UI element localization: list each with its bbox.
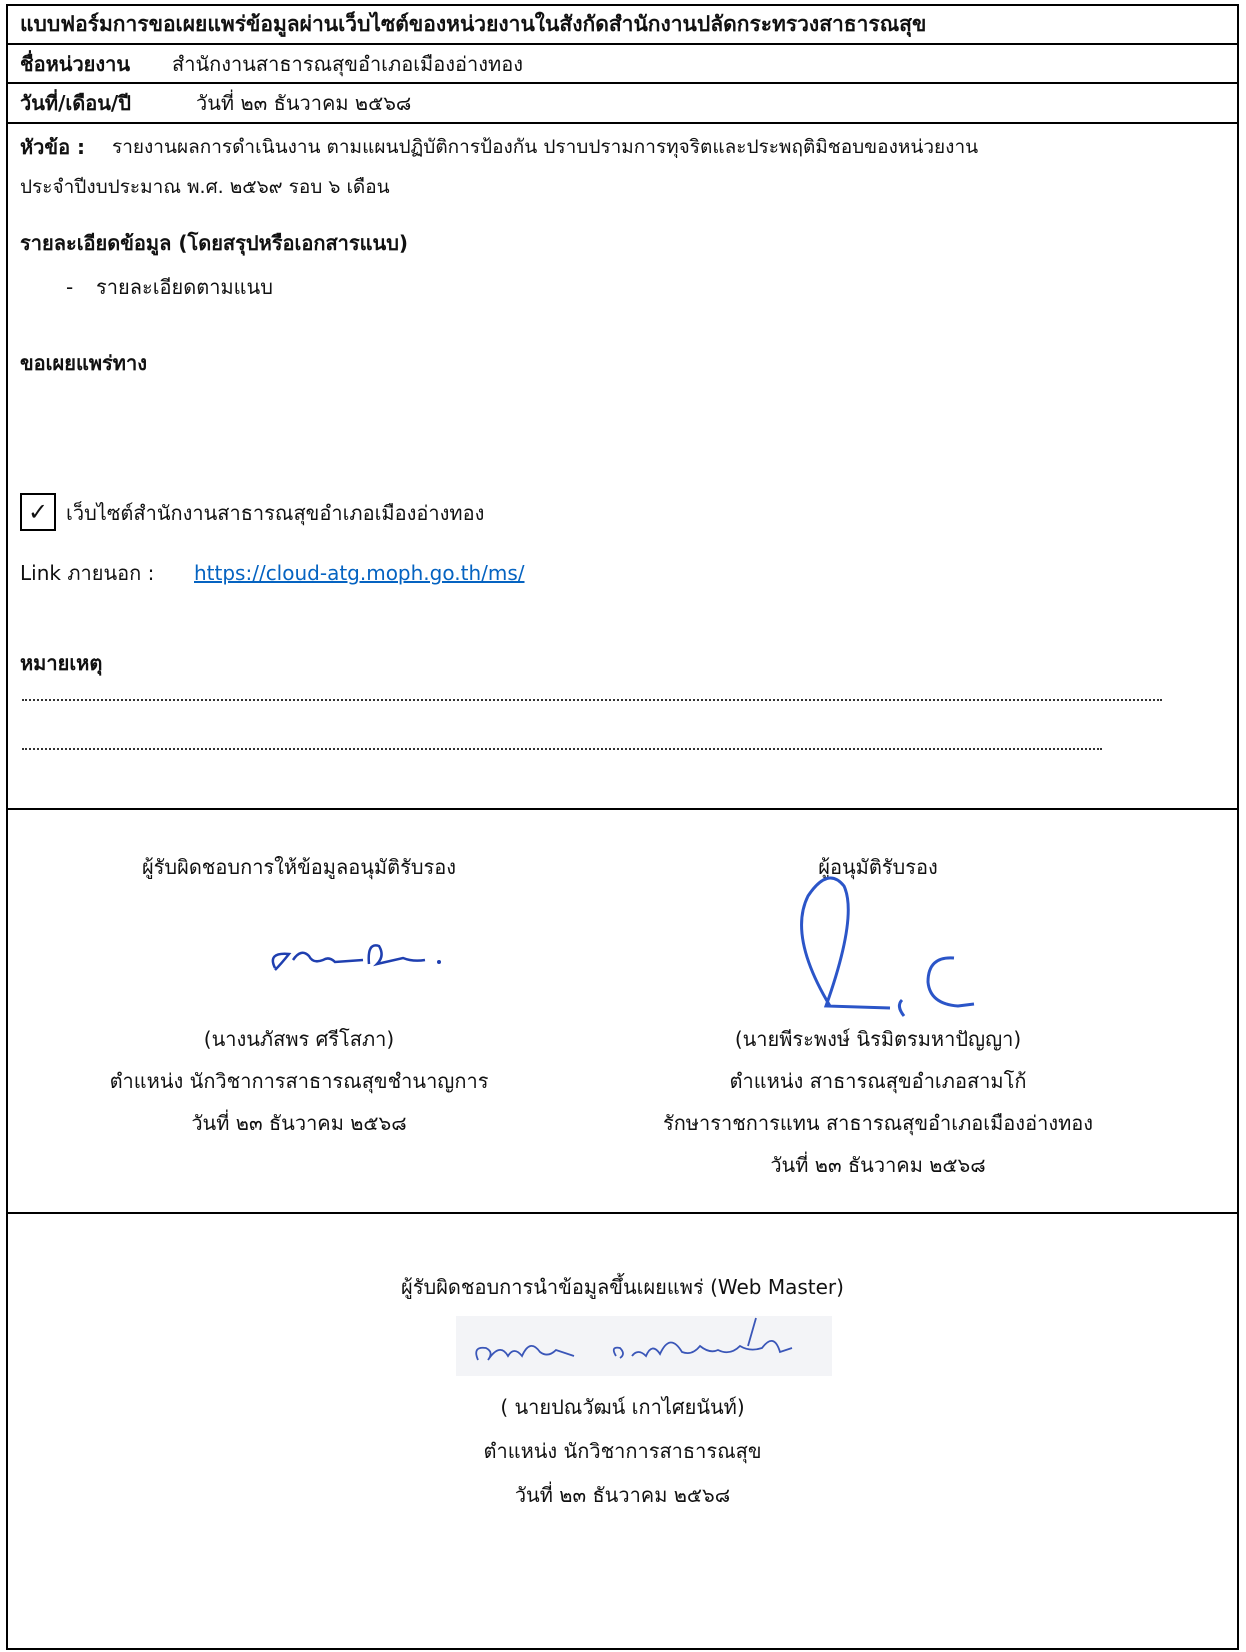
publish-heading: ขอเผยแพร่ทาง (20, 351, 147, 375)
left-signer-position: ตำแหน่ง นักวิชาการสาธารณสุขชำนาญการ (109, 1069, 489, 1093)
webmaster-name: ( นายปณวัฒน์ เกาไศยนันท์) (500, 1395, 745, 1419)
unit-row: ชื่อหน่วยงาน สำนักงานสาธารณสุขอำเภอเมือง… (8, 45, 1237, 84)
left-signer-name: (นางนภัสพร ศรีโสภา) (203, 1027, 395, 1051)
date-row: วันที่/เดือน/ปี วันที่ ๒๓ ธันวาคม ๒๕๖๘ (8, 84, 1237, 124)
date-value: วันที่ ๒๓ ธันวาคม ๒๕๖๘ (196, 91, 412, 115)
webmaster-role: ผู้รับผิดชอบการนำข้อมูลขึ้นเผยแพร่ (Web … (401, 1275, 844, 1299)
check-mark-icon: ✓ (27, 498, 49, 526)
details-item: รายละเอียดตามแนบ (96, 275, 273, 299)
publish-option-label: เว็บไซต์สำนักงานสาธารณสุขอำเภอเมืองอ่างท… (66, 501, 485, 525)
publication-request-form: แบบฟอร์มการขอเผยแพร่ข้อมูลผ่านเว็บไซต์ขอ… (6, 4, 1239, 1650)
right-signer-acting: รักษาราชการแทน สาธารณสุขอำเภอเมืองอ่างทอ… (662, 1111, 1094, 1135)
webmaster-date: วันที่ ๒๓ ธันวาคม ๒๕๖๘ (514, 1483, 731, 1507)
approval-section: ผู้รับผิดชอบการให้ข้อมูลอนุมัติรับรอง ผู… (8, 810, 1237, 1214)
right-signer-position: ตำแหน่ง สาธารณสุขอำเภอสามโก้ (729, 1069, 1027, 1093)
left-signer-role: ผู้รับผิดชอบการให้ข้อมูลอนุมัติรับรอง (141, 855, 457, 879)
title-row: แบบฟอร์มการขอเผยแพร่ข้อมูลผ่านเว็บไซต์ขอ… (8, 6, 1237, 45)
webmaster-position: ตำแหน่ง นักวิชาการสาธารณสุข (483, 1439, 762, 1463)
topic-line-2: ประจำปีงบประมาณ พ.ศ. ๒๕๖๙ รอบ ๖ เดือน (20, 176, 390, 198)
right-signer-name: (นายพีระพงษ์ นิรมิตรมหาปัญญา) (734, 1027, 1022, 1051)
webmaster-signature (456, 1312, 836, 1382)
left-signature (253, 934, 493, 986)
content-section: หัวข้อ : รายงานผลการดำเนินงาน ตามแผนปฏิบ… (8, 124, 1237, 810)
topic-label: หัวข้อ : (20, 135, 86, 159)
details-bullet: - (66, 275, 74, 299)
unit-value: สำนักงานสาธารณสุขอำเภอเมืองอ่างทอง (172, 52, 523, 76)
left-signer-date: วันที่ ๒๓ ธันวาคม ๒๕๖๘ (191, 1111, 407, 1135)
remarks-line-1 (22, 699, 1162, 701)
webmaster-section: ผู้รับผิดชอบการนำข้อมูลขึ้นเผยแพร่ (Web … (8, 1214, 1237, 1648)
unit-label: ชื่อหน่วยงาน (20, 52, 131, 76)
remarks-line-2 (22, 748, 1102, 750)
topic-line-1: รายงานผลการดำเนินงาน ตามแผนปฏิบัติการป้อ… (112, 136, 979, 158)
right-signer-date: วันที่ ๒๓ ธันวาคม ๒๕๖๘ (770, 1153, 986, 1177)
website-checkbox[interactable]: ✓ (20, 493, 56, 531)
remarks-heading: หมายเหตุ (20, 651, 103, 675)
date-label: วันที่/เดือน/ปี (20, 91, 131, 115)
form-title: แบบฟอร์มการขอเผยแพร่ข้อมูลผ่านเว็บไซต์ขอ… (20, 12, 927, 36)
details-heading: รายละเอียดข้อมูล (โดยสรุปหรือเอกสารแนบ) (20, 231, 409, 255)
external-link[interactable]: https://cloud-atg.moph.go.th/ms/ (194, 558, 525, 588)
right-signature (778, 856, 978, 1036)
link-label: Link ภายนอก : (20, 561, 155, 585)
